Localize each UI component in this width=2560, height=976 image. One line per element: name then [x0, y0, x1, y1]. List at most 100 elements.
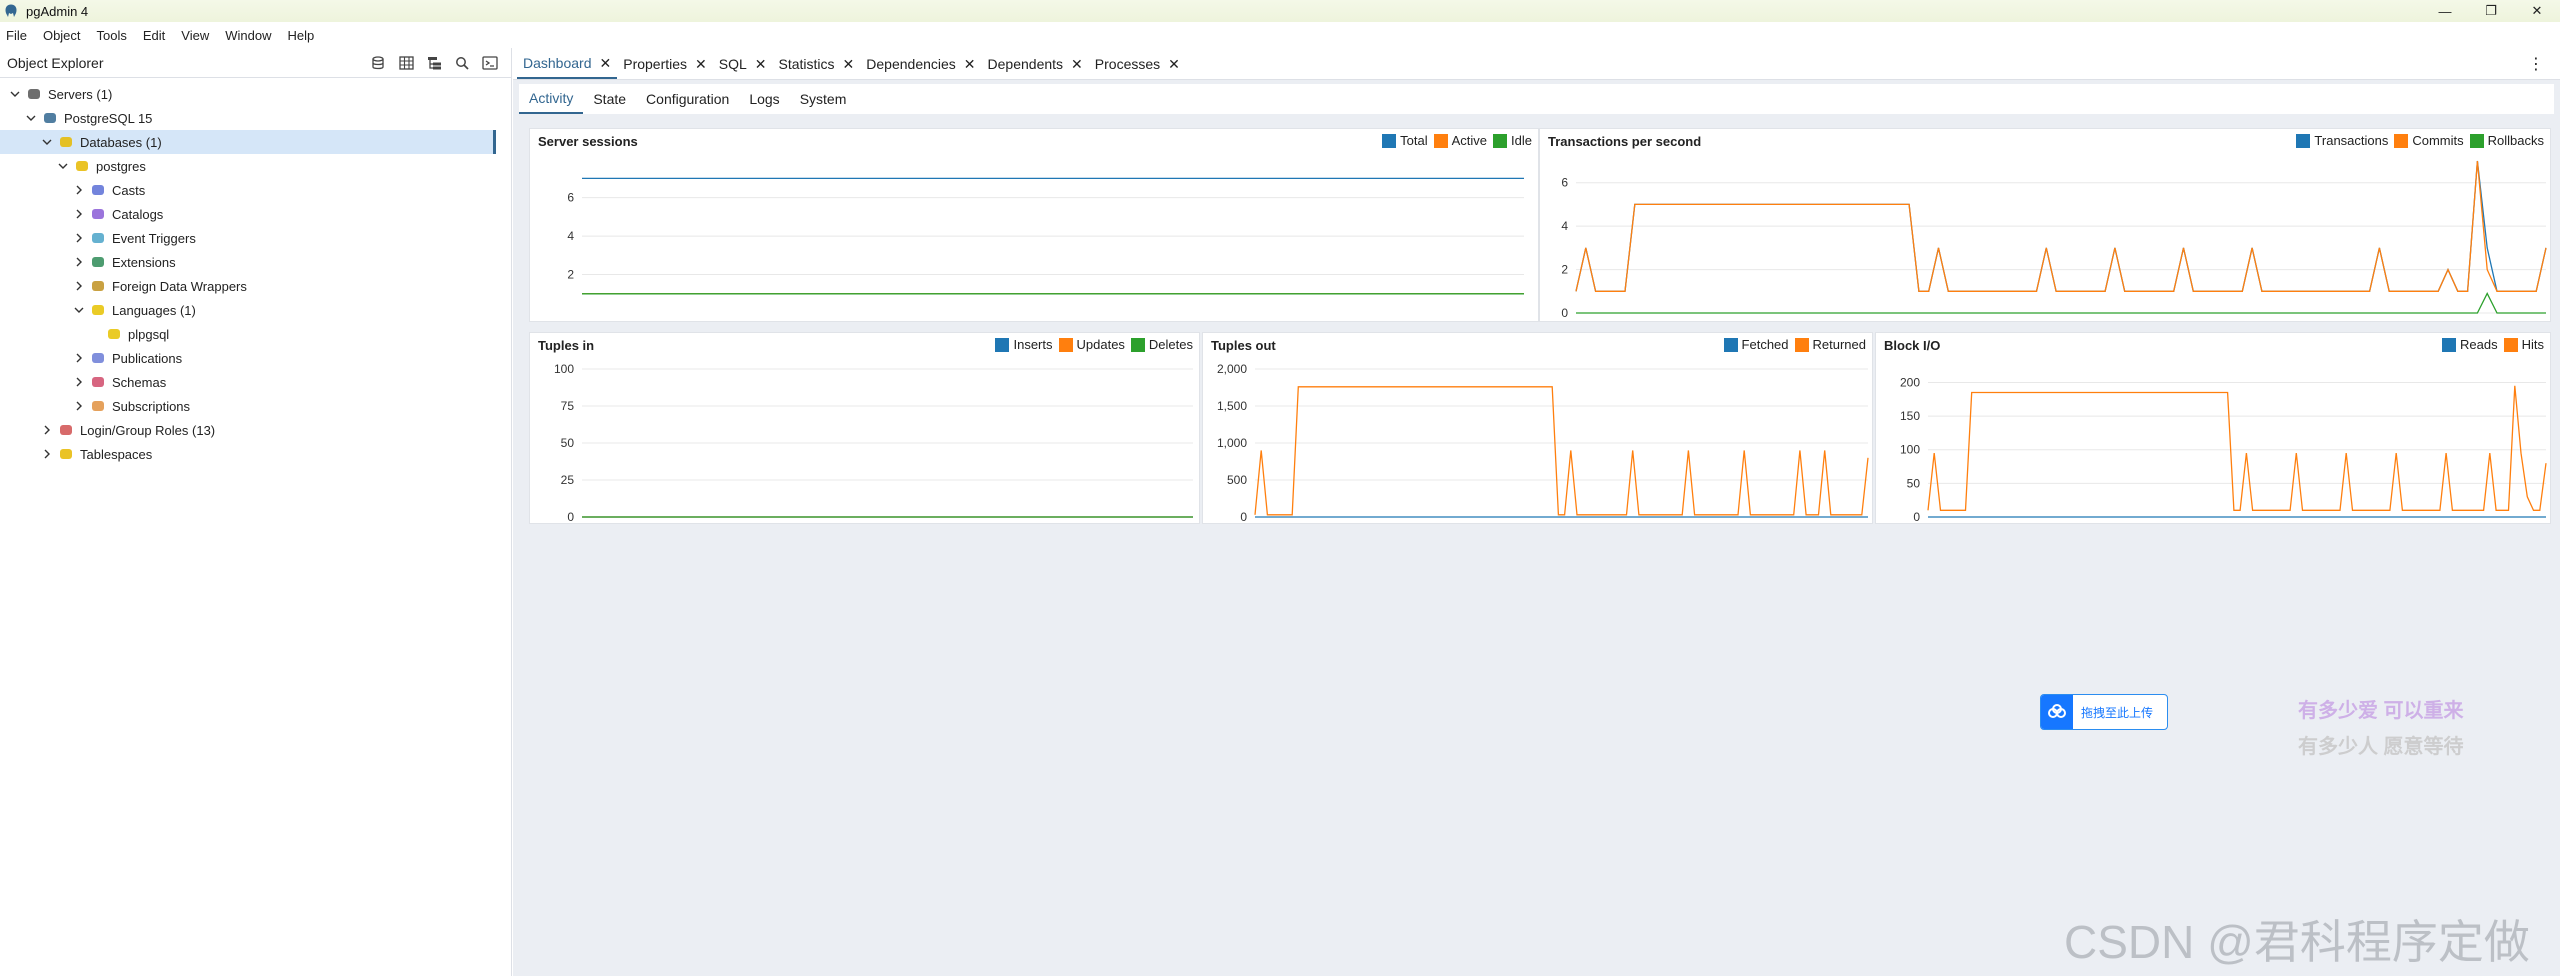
tab-dashboard[interactable]: Dashboard ✕ [517, 49, 618, 79]
chart-legend: Reads Hits [2436, 337, 2544, 352]
y-tick-label: 25 [561, 473, 575, 487]
close-tab-icon[interactable]: ✕ [755, 56, 767, 73]
subtab-state[interactable]: State [583, 84, 636, 114]
tab-properties[interactable]: Properties ✕ [617, 49, 713, 79]
tab-dependents[interactable]: Dependents ✕ [982, 49, 1089, 79]
tree-node-label: Event Triggers [112, 230, 196, 246]
tree-node[interactable]: plpgsql [0, 322, 510, 346]
chevron-down-icon[interactable] [72, 303, 86, 317]
legend-label[interactable]: Reads [2460, 337, 2498, 352]
upload-drop-badge[interactable]: 拖拽至此上传 [2040, 694, 2168, 730]
tree-node-label: Catalogs [112, 206, 164, 222]
chevron-down-icon[interactable] [24, 111, 38, 125]
tree-node[interactable]: Servers (1) [0, 82, 510, 106]
servers-icon [26, 86, 42, 102]
tree-node[interactable]: Publications [0, 346, 510, 370]
tree-node-label: PostgreSQL 15 [64, 110, 153, 126]
tree-node-label: plpgsql [128, 326, 170, 342]
chevron-right-icon[interactable] [72, 207, 86, 221]
menu-file[interactable]: File [6, 28, 27, 43]
chart-title: Transactions per second [1548, 134, 1702, 149]
chevron-down-icon[interactable] [56, 159, 70, 173]
database-icon[interactable] [367, 52, 389, 74]
chevron-right-icon[interactable] [72, 183, 86, 197]
close-tab-icon[interactable]: ✕ [1168, 56, 1180, 73]
legend-label[interactable]: Fetched [1742, 337, 1789, 352]
legend-label[interactable]: Updates [1077, 337, 1125, 352]
tree-icon[interactable] [423, 52, 445, 74]
tree-node[interactable]: Catalogs [0, 202, 510, 226]
chevron-right-icon[interactable] [40, 423, 54, 437]
tab-label: Properties [623, 56, 688, 72]
subtab-activity[interactable]: Activity [519, 84, 584, 114]
menu-edit[interactable]: Edit [143, 28, 165, 43]
maximize-button[interactable]: ❐ [2468, 0, 2514, 22]
legend-label[interactable]: Deletes [1149, 337, 1193, 352]
legend-label[interactable]: Rollbacks [2488, 133, 2544, 148]
legend-label[interactable]: Transactions [2314, 133, 2388, 148]
tree-node[interactable]: postgres [0, 154, 510, 178]
object-explorer-header: Object Explorer [0, 48, 511, 78]
more-options-icon[interactable]: ⋮ [2528, 54, 2544, 74]
search-icon[interactable] [451, 52, 473, 74]
legend-label[interactable]: Returned [1813, 337, 1866, 352]
chevron-right-icon[interactable] [72, 375, 86, 389]
tab-processes[interactable]: Processes ✕ [1089, 49, 1186, 79]
table-icon[interactable] [395, 52, 417, 74]
tree-node[interactable]: Languages (1) [0, 298, 510, 322]
tree-node-label: Subscriptions [112, 398, 191, 414]
chevron-down-icon[interactable] [8, 87, 22, 101]
tree-node[interactable]: Login/Group Roles (13) [0, 418, 510, 442]
close-tab-icon[interactable]: ✕ [1071, 56, 1083, 73]
menu-window[interactable]: Window [225, 28, 271, 43]
watermark-line-2: 有多少人 愿意等待 [2298, 736, 2464, 758]
tree-node[interactable]: Event Triggers [0, 226, 510, 250]
event-triggers-icon [90, 230, 106, 246]
y-tick-label: 2 [1561, 263, 1568, 277]
chevron-right-icon[interactable] [72, 279, 86, 293]
menu-view[interactable]: View [181, 28, 209, 43]
close-tab-icon[interactable]: ✕ [600, 55, 612, 72]
menu-object[interactable]: Object [43, 28, 81, 43]
chevron-right-icon[interactable] [72, 231, 86, 245]
menu-tools[interactable]: Tools [97, 28, 127, 43]
tree-node[interactable]: Foreign Data Wrappers [0, 274, 510, 298]
chevron-right-icon[interactable] [72, 255, 86, 269]
terminal-icon[interactable] [479, 52, 501, 74]
fdw-icon [90, 278, 106, 294]
publications-icon [90, 350, 106, 366]
close-tab-icon[interactable]: ✕ [843, 56, 855, 73]
y-tick-label: 1,000 [1217, 436, 1247, 450]
tab-statistics[interactable]: Statistics ✕ [773, 49, 861, 79]
tree-node[interactable]: Subscriptions [0, 394, 510, 418]
legend-label[interactable]: Idle [1511, 133, 1532, 148]
tree-node[interactable]: Casts [0, 178, 510, 202]
chevron-down-icon[interactable] [40, 135, 54, 149]
tree-node[interactable]: Tablespaces [0, 442, 510, 466]
tree-node[interactable]: PostgreSQL 15 [0, 106, 510, 130]
close-tab-icon[interactable]: ✕ [695, 56, 707, 73]
legend-label[interactable]: Commits [2412, 133, 2463, 148]
chevron-right-icon[interactable] [72, 399, 86, 413]
subtab-configuration[interactable]: Configuration [636, 84, 739, 114]
subtab-system[interactable]: System [790, 84, 857, 114]
menu-help[interactable]: Help [288, 28, 315, 43]
legend-label[interactable]: Total [1400, 133, 1427, 148]
subtab-logs[interactable]: Logs [739, 84, 789, 114]
databases-icon [58, 134, 74, 150]
minimize-button[interactable]: — [2422, 0, 2468, 22]
watermark-line-1: 有多少爱 可以重来 [2298, 700, 2464, 722]
tab-sql[interactable]: SQL ✕ [713, 49, 773, 79]
chevron-right-icon[interactable] [40, 447, 54, 461]
legend-label[interactable]: Hits [2522, 337, 2544, 352]
legend-label[interactable]: Active [1452, 133, 1487, 148]
tree-node[interactable]: Schemas [0, 370, 510, 394]
legend-label[interactable]: Inserts [1013, 337, 1052, 352]
tab-dependencies[interactable]: Dependencies ✕ [860, 49, 981, 79]
chart-title: Tuples out [1211, 338, 1276, 353]
tree-node[interactable]: Extensions [0, 250, 510, 274]
close-button[interactable]: ✕ [2514, 0, 2560, 22]
chevron-right-icon[interactable] [72, 351, 86, 365]
tree-node[interactable]: Databases (1) [0, 130, 496, 154]
close-tab-icon[interactable]: ✕ [964, 56, 976, 73]
